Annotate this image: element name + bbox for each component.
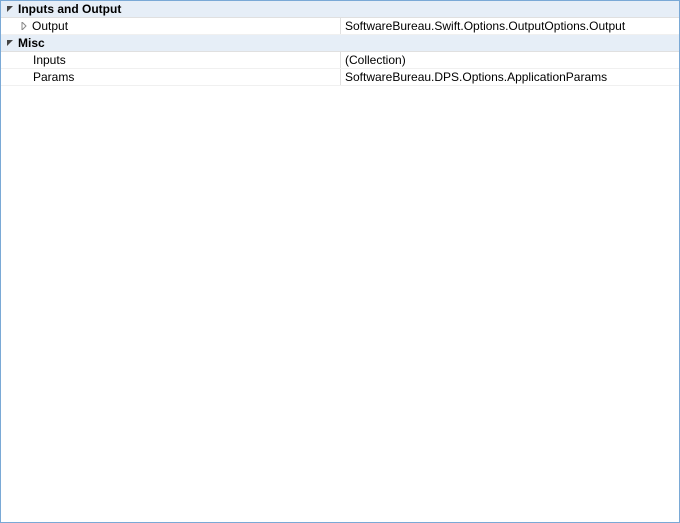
property-name: Params <box>33 70 74 84</box>
property-name-cell[interactable]: Inputs <box>1 52 341 68</box>
expand-icon[interactable] <box>19 21 29 31</box>
property-value: SoftwareBureau.DPS.Options.ApplicationPa… <box>345 70 607 84</box>
property-value: (Collection) <box>345 53 406 67</box>
category-label: Inputs and Output <box>18 2 121 16</box>
property-name: Output <box>32 19 68 33</box>
property-value-cell[interactable]: (Collection) <box>341 52 679 68</box>
category-header-inputs-and-output[interactable]: Inputs and Output <box>1 1 679 18</box>
property-row-params[interactable]: Params SoftwareBureau.DPS.Options.Applic… <box>1 69 679 86</box>
property-row-inputs[interactable]: Inputs (Collection) <box>1 52 679 69</box>
property-value-cell[interactable]: SoftwareBureau.DPS.Options.ApplicationPa… <box>341 69 679 85</box>
collapse-icon[interactable] <box>5 4 15 14</box>
property-name-cell[interactable]: Params <box>1 69 341 85</box>
property-grid: Inputs and Output Output SoftwareBureau.… <box>0 0 680 523</box>
category-label: Misc <box>18 36 45 50</box>
property-value: SoftwareBureau.Swift.Options.OutputOptio… <box>345 19 625 33</box>
property-value-cell[interactable]: SoftwareBureau.Swift.Options.OutputOptio… <box>341 18 679 34</box>
category-header-misc[interactable]: Misc <box>1 35 679 52</box>
property-name-cell[interactable]: Output <box>1 18 341 34</box>
property-name: Inputs <box>33 53 66 67</box>
collapse-icon[interactable] <box>5 38 15 48</box>
property-row-output[interactable]: Output SoftwareBureau.Swift.Options.Outp… <box>1 18 679 35</box>
